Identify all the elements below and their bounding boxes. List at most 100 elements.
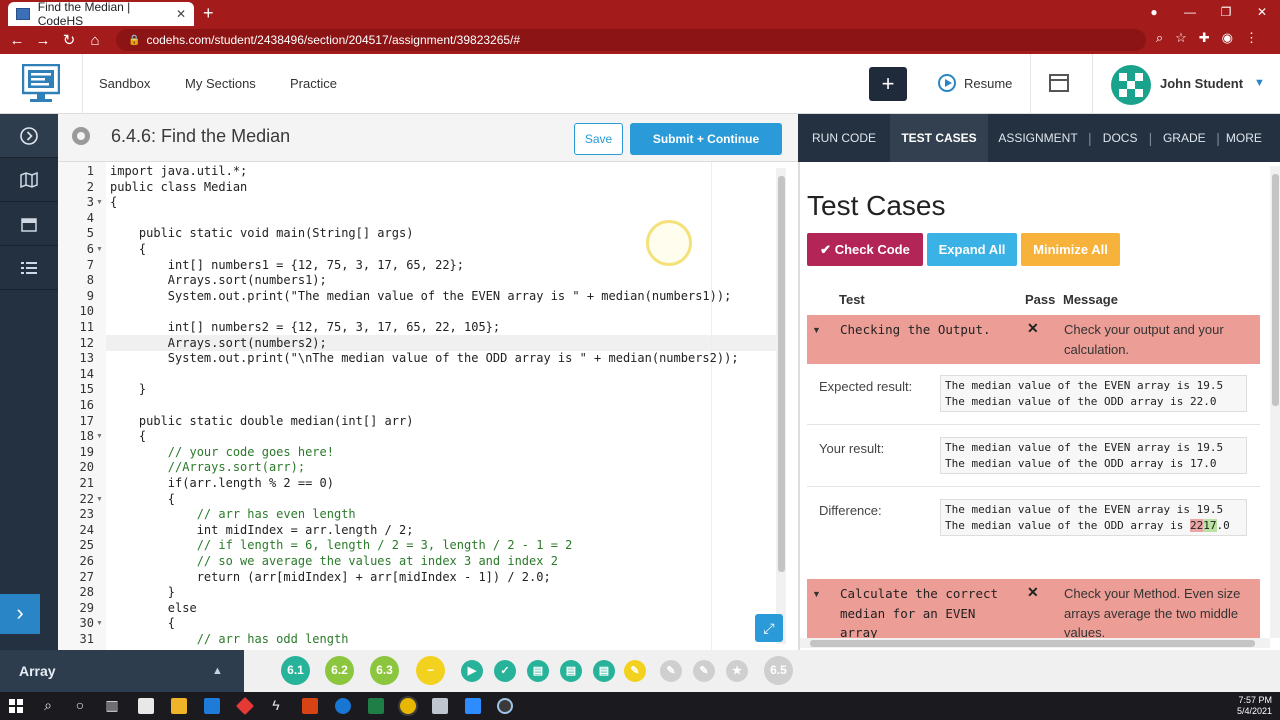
fullscreen-icon[interactable]: ⤢	[755, 614, 783, 642]
windows-start-icon[interactable]	[8, 698, 24, 714]
search-icon[interactable]: ⌕	[40, 697, 56, 713]
code-line[interactable]: Arrays.sort(numbers2);	[110, 336, 327, 352]
task-view-icon[interactable]: ▥	[104, 697, 120, 713]
restore-icon[interactable]: ❐	[1208, 0, 1244, 26]
code-line[interactable]: // if length = 6, length / 2 = 3, length…	[110, 538, 573, 554]
minimize-all-button[interactable]: Minimize All	[1021, 233, 1120, 266]
progress-item-6-2[interactable]: 6.2	[325, 656, 354, 685]
progress-activity-icon[interactable]: ▤	[527, 660, 549, 682]
code-line[interactable]: {	[110, 195, 117, 211]
fold-toggle-icon[interactable]: ▼	[96, 246, 103, 253]
tab-run-code[interactable]: RUN CODE	[798, 114, 890, 162]
system-clock[interactable]: 7:57 PM 5/4/2021	[1237, 695, 1272, 717]
user-name[interactable]: John Student	[1160, 76, 1243, 91]
code-line[interactable]: {	[110, 429, 146, 445]
tab-assignment[interactable]: ASSIGNMENT	[988, 114, 1088, 162]
window-icon[interactable]	[1049, 74, 1069, 92]
progress-item-6-5[interactable]: 6.5	[764, 656, 793, 685]
file-explorer-icon[interactable]	[171, 698, 187, 714]
code-line[interactable]: if(arr.length % 2 == 0)	[110, 476, 334, 492]
excel-icon[interactable]	[368, 698, 384, 714]
nav-my-sections[interactable]: My Sections	[185, 76, 256, 91]
collapse-caret-icon[interactable]: ▼	[812, 589, 821, 599]
fold-toggle-icon[interactable]: ▼	[96, 199, 103, 206]
code-line[interactable]: // arr has odd length	[110, 632, 349, 648]
expand-panel-icon[interactable]: ›	[0, 594, 40, 634]
check-code-button[interactable]: ✔ Check Code	[807, 233, 923, 266]
code-line[interactable]: import java.util.*;	[110, 164, 247, 180]
progress-activity-icon[interactable]: ▶	[461, 660, 483, 682]
progress-activity-icon[interactable]: ★	[726, 660, 748, 682]
resume-button[interactable]: Resume	[938, 74, 1012, 92]
code-editor[interactable]: 1 2 3 ▼ 4 5 6 ▼ 7 8 9 10 11 12 13 14 15 16 17 18 ▼ 19 20 21 22 ▼ 2…	[58, 162, 798, 650]
code-line[interactable]: // so we average the values at index 3 a…	[110, 554, 558, 570]
profile-icon[interactable]: ●	[1136, 0, 1172, 26]
code-line[interactable]: }	[110, 382, 146, 398]
test-case-row[interactable]: ▼ Calculate the correct median for an EV…	[807, 579, 1260, 640]
tab-grade[interactable]: GRADE	[1152, 114, 1216, 162]
zoom-app-icon[interactable]	[465, 698, 481, 714]
user-menu-caret-icon[interactable]: ▼	[1254, 77, 1265, 89]
url-field[interactable]: 🔒 codehs.com/student/2438496/section/204…	[116, 29, 1146, 51]
extensions-icon[interactable]: ✚	[1199, 30, 1210, 46]
new-tab-icon[interactable]: +	[203, 3, 214, 24]
forward-icon[interactable]: →	[30, 32, 56, 49]
avatar[interactable]	[1111, 65, 1151, 105]
store-icon[interactable]	[138, 698, 154, 714]
close-window-icon[interactable]: ✕	[1244, 0, 1280, 26]
progress-activity-icon[interactable]: ✎	[660, 660, 682, 682]
tab-test-cases[interactable]: TEST CASES	[890, 114, 988, 162]
nav-practice[interactable]: Practice	[290, 76, 337, 91]
profile-avatar-icon[interactable]: ◉	[1222, 30, 1233, 46]
back-icon[interactable]: ←	[4, 32, 30, 49]
editor-scrollbar-thumb[interactable]	[778, 176, 785, 572]
panel-scrollbar-thumb[interactable]	[1272, 174, 1279, 406]
map-icon[interactable]	[0, 158, 58, 202]
chevron-up-icon[interactable]: ▲	[212, 650, 223, 692]
tab-close-icon[interactable]: ✕	[176, 7, 186, 21]
panel-horizontal-scrollbar-thumb[interactable]	[810, 640, 1255, 647]
minimize-icon[interactable]: —	[1172, 0, 1208, 26]
code-line[interactable]: else	[110, 601, 197, 617]
code-line[interactable]: public static double median(int[] arr)	[110, 414, 414, 430]
collapse-caret-icon[interactable]: ▼	[812, 325, 821, 335]
expand-all-button[interactable]: Expand All	[927, 233, 1017, 266]
code-line[interactable]: public static void main(String[] args)	[110, 226, 414, 242]
code-line[interactable]: int midIndex = arr.length / 2;	[110, 523, 414, 539]
progress-activity-icon[interactable]: ✎	[693, 660, 715, 682]
fold-toggle-icon[interactable]: ▼	[96, 620, 103, 627]
tab-more[interactable]: MORE	[1220, 114, 1268, 162]
progress-activity-icon[interactable]: ✓	[494, 660, 516, 682]
edge-icon[interactable]	[335, 698, 351, 714]
cortana-icon[interactable]: ○	[72, 697, 88, 713]
module-selector[interactable]: Array	[0, 650, 244, 692]
progress-item-6-1[interactable]: 6.1	[281, 656, 310, 685]
code-line[interactable]: // your code goes here!	[110, 445, 334, 461]
app-window-icon[interactable]	[432, 698, 448, 714]
sidebar-toggle-icon[interactable]	[0, 114, 58, 158]
app-circle-icon[interactable]	[497, 698, 513, 714]
zoom-icon[interactable]: ⌕	[1156, 30, 1163, 46]
browser-tab[interactable]: Find the Median | CodeHS ✕	[8, 0, 194, 28]
code-line[interactable]: {	[110, 616, 175, 632]
test-case-row[interactable]: ▼ Checking the Output. ✕ Check your outp…	[807, 315, 1260, 364]
menu-icon[interactable]: ⋮	[1245, 30, 1258, 46]
code-line[interactable]: System.out.print("\nThe median value of …	[110, 351, 739, 367]
code-line[interactable]: Arrays.sort(numbers1);	[110, 273, 327, 289]
progress-activity-icon[interactable]: ▤	[560, 660, 582, 682]
save-button[interactable]: Save	[574, 123, 623, 155]
calendar-icon[interactable]	[0, 202, 58, 246]
fold-toggle-icon[interactable]: ▼	[96, 496, 103, 503]
chrome-icon[interactable]	[400, 698, 416, 714]
list-icon[interactable]	[0, 246, 58, 290]
home-icon[interactable]: ⌂	[82, 32, 108, 49]
progress-item-6-3[interactable]: 6.3	[370, 656, 399, 685]
gear-icon[interactable]	[72, 127, 90, 145]
submit-continue-button[interactable]: Submit + Continue	[630, 123, 782, 155]
nav-sandbox[interactable]: Sandbox	[99, 76, 150, 91]
create-button[interactable]: +	[869, 67, 907, 101]
app-red-icon[interactable]	[235, 696, 255, 716]
code-line[interactable]: System.out.print("The median value of th…	[110, 289, 732, 305]
fold-toggle-icon[interactable]: ▼	[96, 433, 103, 440]
code-line[interactable]: }	[110, 585, 175, 601]
